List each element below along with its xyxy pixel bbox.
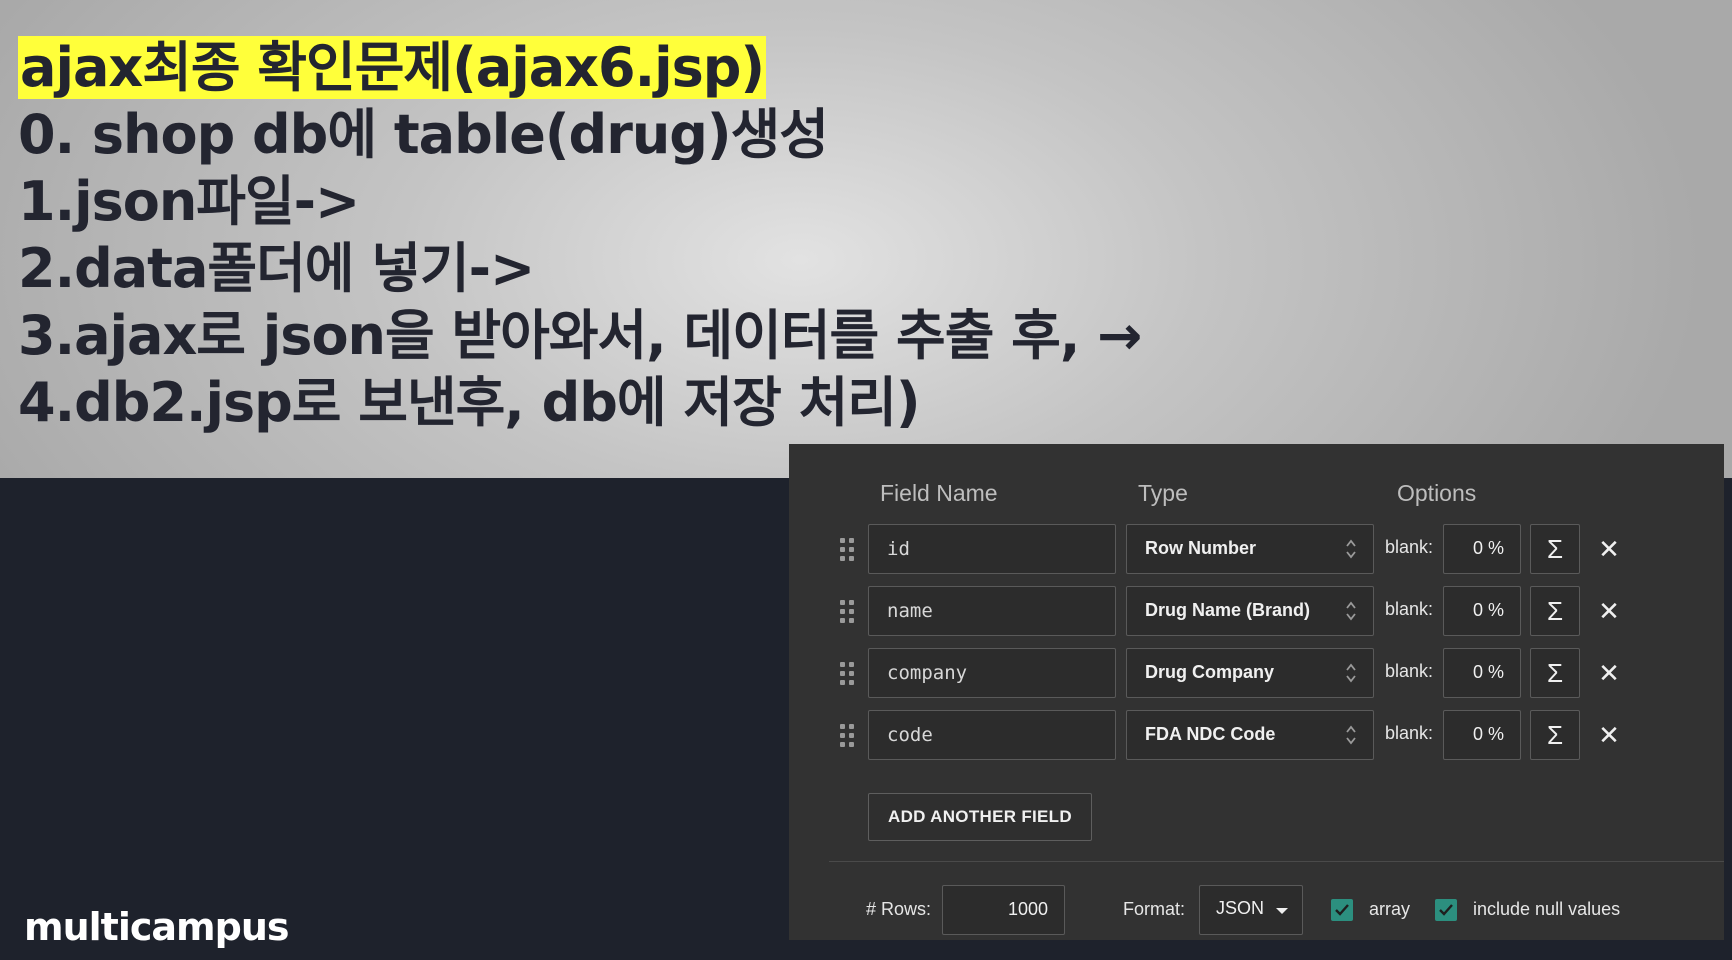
drag-handle-icon[interactable] — [840, 662, 854, 686]
field-row: company Drug Company blank: 0 % Σ ✕ — [789, 648, 1724, 700]
schema-panel: Field Name Type Options id Row Number bl… — [789, 444, 1724, 940]
field-name-input[interactable]: company — [868, 648, 1116, 698]
blank-percent-input[interactable]: 0 % — [1443, 710, 1521, 760]
field-name-input[interactable]: name — [868, 586, 1116, 636]
sigma-formula-button[interactable]: Σ — [1530, 524, 1580, 574]
array-checkbox[interactable] — [1331, 899, 1353, 921]
header-type: Type — [1138, 480, 1188, 506]
field-type-select[interactable]: Drug Name (Brand) — [1126, 586, 1374, 636]
slide-line-3: 3.ajax로 json을 받아와서, 데이터를 추출 후, → — [18, 304, 1142, 367]
add-another-field-button[interactable]: ADD ANOTHER FIELD — [868, 793, 1092, 841]
array-label: array — [1369, 899, 1411, 919]
drag-handle-icon[interactable] — [840, 724, 854, 748]
slide-line-2: 2.data폴더에 넣기-> — [18, 237, 535, 300]
drag-handle-icon[interactable] — [840, 538, 854, 562]
field-name-input[interactable]: id — [868, 524, 1116, 574]
checkmark-icon — [1335, 904, 1349, 916]
field-type-label: Drug Company — [1145, 662, 1275, 682]
drag-handle-icon[interactable] — [840, 600, 854, 624]
field-row: id Row Number blank: 0 % Σ ✕ — [789, 524, 1724, 576]
remove-field-icon[interactable]: ✕ — [1589, 586, 1629, 636]
slide-line-title: ajax최종 확인문제(ajax6.jsp) — [18, 34, 1141, 101]
field-type-label: Row Number — [1145, 538, 1257, 558]
updown-chevron-icon — [1346, 539, 1356, 559]
remove-field-icon[interactable]: ✕ — [1589, 648, 1629, 698]
updown-chevron-icon — [1346, 663, 1356, 683]
slide-text-block: ajax최종 확인문제(ajax6.jsp) 0. shop db에 table… — [18, 34, 1142, 436]
blank-percent-input[interactable]: 0 % — [1443, 648, 1521, 698]
field-type-label: FDA NDC Code — [1145, 724, 1276, 744]
include-null-label: include null values — [1473, 899, 1621, 919]
rows-label: # Rows: — [866, 899, 932, 919]
field-row: name Drug Name (Brand) blank: 0 % Σ ✕ — [789, 586, 1724, 638]
slide-header-area: ajax최종 확인문제(ajax6.jsp) 0. shop db에 table… — [0, 0, 1732, 478]
include-null-checkbox[interactable] — [1435, 899, 1457, 921]
format-value: JSON — [1216, 898, 1265, 918]
blank-label: blank: — [1385, 661, 1434, 681]
checkmark-icon — [1439, 904, 1453, 916]
blank-percent-input[interactable]: 0 % — [1443, 586, 1521, 636]
slide-line-0: 0. shop db에 table(drug)생성 — [18, 103, 829, 166]
blank-label: blank: — [1385, 599, 1434, 619]
format-label: Format: — [1123, 899, 1186, 919]
blank-percent-input[interactable]: 0 % — [1443, 524, 1521, 574]
sigma-formula-button[interactable]: Σ — [1530, 586, 1580, 636]
updown-chevron-icon — [1346, 601, 1356, 621]
remove-field-icon[interactable]: ✕ — [1589, 710, 1629, 760]
panel-divider — [829, 861, 1724, 862]
caret-down-icon — [1276, 908, 1288, 914]
field-type-select[interactable]: Row Number — [1126, 524, 1374, 574]
sigma-formula-button[interactable]: Σ — [1530, 648, 1580, 698]
blank-label: blank: — [1385, 723, 1434, 743]
sigma-formula-button[interactable]: Σ — [1530, 710, 1580, 760]
multicampus-logo: multicampus — [24, 905, 289, 949]
slide-title-highlight: ajax최종 확인문제(ajax6.jsp) — [18, 36, 767, 99]
field-type-label: Drug Name (Brand) — [1145, 600, 1311, 620]
updown-chevron-icon — [1346, 725, 1356, 745]
field-name-input[interactable]: code — [868, 710, 1116, 760]
header-options: Options — [1397, 480, 1477, 506]
header-field-name: Field Name — [880, 480, 998, 506]
slide-line-4: 4.db2.jsp로 보낸후, db에 저장 처리) — [18, 371, 921, 434]
field-row: code FDA NDC Code blank: 0 % Σ ✕ — [789, 710, 1724, 762]
blank-label: blank: — [1385, 537, 1434, 557]
format-select[interactable]: JSON — [1199, 885, 1303, 935]
field-type-select[interactable]: FDA NDC Code — [1126, 710, 1374, 760]
remove-field-icon[interactable]: ✕ — [1589, 524, 1629, 574]
rows-count-input[interactable]: 1000 — [942, 885, 1065, 935]
slide-line-1: 1.json파일-> — [18, 170, 360, 233]
field-type-select[interactable]: Drug Company — [1126, 648, 1374, 698]
